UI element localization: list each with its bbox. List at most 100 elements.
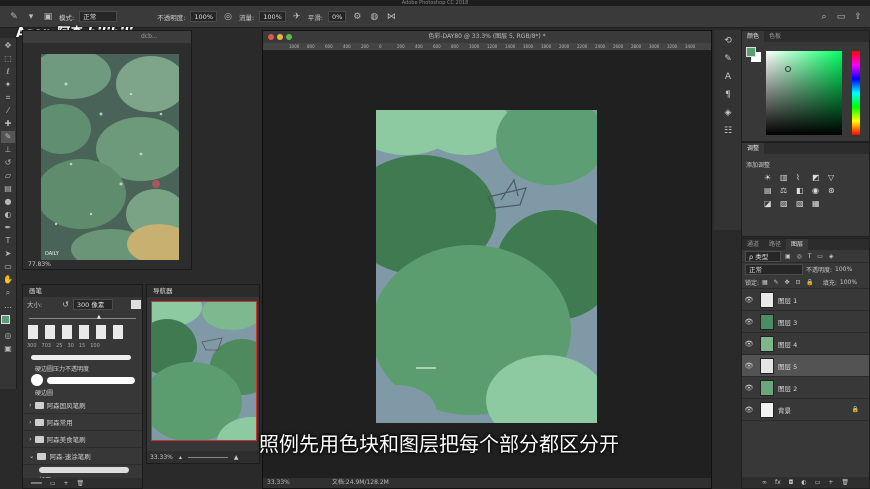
tab-color[interactable]: 颜色: [742, 31, 765, 42]
tab-paths[interactable]: 路径: [764, 239, 786, 250]
lock-icons[interactable]: ▦ ✎ ✥ ⊡ 🔒: [762, 279, 816, 286]
brush-preset-tip[interactable]: [96, 325, 106, 339]
color-swatches[interactable]: [1, 315, 15, 329]
minimize-window-button[interactable]: [277, 34, 283, 40]
reference-title[interactable]: dcb...: [23, 31, 191, 43]
zoom-tool-icon[interactable]: ⌕: [1, 287, 15, 299]
link-layers-icon[interactable]: ∞: [762, 479, 767, 486]
invert-icon[interactable]: ◪: [764, 199, 776, 208]
brush-folder[interactable]: › 阿森常用: [23, 414, 142, 431]
flow-field[interactable]: 100%: [259, 11, 286, 22]
curves-icon[interactable]: ⌇: [796, 173, 808, 182]
lasso-tool-icon[interactable]: ℓ: [1, 66, 15, 78]
brush-preset-picker[interactable]: ▾: [25, 11, 37, 23]
threshold-icon[interactable]: ▧: [796, 199, 808, 208]
slider-thumb[interactable]: ▲: [97, 314, 101, 320]
layer-row-selected[interactable]: 👁 图层 5: [742, 355, 869, 377]
layer-mask-icon[interactable]: ◘: [789, 479, 794, 486]
layer-row[interactable]: 👁 图层 3: [742, 311, 869, 333]
fill-value[interactable]: 100%: [840, 279, 857, 286]
history-brush-icon[interactable]: ↺: [1, 157, 15, 169]
crop-tool-icon[interactable]: ⌗: [1, 92, 15, 104]
healing-tool-icon[interactable]: ✚: [1, 118, 15, 130]
eyedropper-tool-icon[interactable]: ⁄: [1, 105, 15, 117]
brush-folder[interactable]: › 阿森国风笔刷: [23, 397, 142, 414]
gradient-map-icon[interactable]: ▦: [812, 199, 824, 208]
hue-slider[interactable]: [852, 51, 860, 135]
new-layer-icon[interactable]: +: [828, 479, 833, 486]
layer-opacity-value[interactable]: 100%: [835, 266, 852, 273]
tab-adjustments[interactable]: 调整: [742, 143, 765, 154]
adjustment-layer-icon[interactable]: ◐: [801, 479, 806, 486]
screen-mode-icon[interactable]: ▣: [1, 343, 15, 355]
exposure-icon[interactable]: ◩: [812, 173, 824, 182]
3d-panel-icon[interactable]: ◈: [725, 108, 732, 118]
layer-style-icon[interactable]: fx: [775, 479, 781, 486]
foreground-color[interactable]: [1, 315, 10, 324]
properties-panel-icon[interactable]: ☷: [724, 126, 732, 136]
hand-tool-icon[interactable]: ✋: [1, 274, 15, 286]
brush-settings-panel-icon[interactable]: ✎: [724, 54, 732, 64]
brush-folder[interactable]: › 阿森美食笔刷: [23, 431, 142, 448]
document-title-bar[interactable]: 色彩-DAY80 @ 33.3% (图层 5, RGB/8*) *: [263, 31, 711, 43]
vibrance-icon[interactable]: ▽: [828, 173, 840, 182]
brush-settings-icon[interactable]: ▣: [42, 11, 54, 23]
color-balance-icon[interactable]: ⚖: [780, 186, 792, 195]
photo-filter-icon[interactable]: ◉: [812, 186, 824, 195]
workspace-icon[interactable]: ▭: [835, 11, 847, 23]
trash-icon[interactable]: 🗑: [77, 480, 85, 487]
brush-tool-icon[interactable]: ✎: [8, 11, 20, 23]
navigator-zoom[interactable]: 33.33%: [150, 454, 173, 461]
brush-size-slider-small[interactable]: ━━━: [31, 480, 42, 487]
horizontal-ruler[interactable]: 1000 800 600 400 200 0 200 400 600 800 1…: [263, 43, 711, 51]
smooth-field[interactable]: 0%: [328, 11, 347, 22]
brush-menu-icon[interactable]: [130, 299, 141, 309]
hue-sat-icon[interactable]: ▤: [764, 186, 776, 195]
navigator-zoom-slider[interactable]: [187, 456, 228, 458]
layer-row[interactable]: 👁 图层 2: [742, 377, 869, 399]
move-tool-icon[interactable]: ✥: [1, 40, 15, 52]
share-icon[interactable]: ⇪: [852, 11, 864, 23]
quick-select-tool-icon[interactable]: ✦: [1, 79, 15, 91]
history-panel-icon[interactable]: ⟲: [724, 36, 732, 46]
tab-channels[interactable]: 通道: [742, 239, 764, 250]
visibility-eye-icon[interactable]: 👁: [742, 362, 756, 370]
visibility-eye-icon[interactable]: 👁: [742, 340, 756, 348]
document-zoom[interactable]: 33.33%: [267, 478, 290, 488]
blur-tool-icon[interactable]: ●: [1, 196, 15, 208]
mode-select[interactable]: 正常: [79, 11, 118, 22]
brush-tool-icon[interactable]: ✎: [1, 131, 15, 143]
brush-preset-tip[interactable]: [79, 325, 89, 339]
visibility-eye-icon[interactable]: 👁: [742, 296, 756, 304]
opacity-field[interactable]: 100%: [190, 11, 217, 22]
reset-icon[interactable]: ↺: [62, 300, 69, 309]
visibility-eye-icon[interactable]: 👁: [742, 318, 756, 326]
layer-filter-select[interactable]: ρ 类型: [745, 250, 781, 262]
posterize-icon[interactable]: ▨: [780, 199, 792, 208]
marquee-tool-icon[interactable]: ⬚: [1, 53, 15, 65]
color-picker-field[interactable]: [766, 51, 842, 135]
search-icon[interactable]: ⌕: [818, 11, 830, 23]
dodge-tool-icon[interactable]: ◐: [1, 209, 15, 221]
brush-folder-open[interactable]: ⌄ 阿森-速涂笔刷: [23, 448, 142, 465]
layer-row[interactable]: 👁 图层 4: [742, 333, 869, 355]
eraser-tool-icon[interactable]: ▱: [1, 170, 15, 182]
airbrush-icon[interactable]: ✈: [291, 11, 303, 23]
type-tool-icon[interactable]: T: [1, 235, 15, 247]
reference-image-window[interactable]: dcb... DAILY 77.83%: [22, 30, 192, 270]
pressure-size-icon[interactable]: ◍: [368, 11, 380, 23]
zoom-window-button[interactable]: [286, 34, 292, 40]
brush-size-slider[interactable]: ▲: [29, 313, 136, 320]
smooth-settings-gear-icon[interactable]: ⚙: [351, 11, 363, 23]
brush-preset-tip[interactable]: [113, 325, 123, 339]
gradient-tool-icon[interactable]: ▤: [1, 183, 15, 195]
character-panel-icon[interactable]: A: [725, 72, 731, 82]
artboard-canvas[interactable]: [376, 110, 597, 423]
tab-brush[interactable]: 画笔: [23, 285, 142, 297]
blend-mode-select[interactable]: 正常: [745, 264, 803, 275]
brush-size-field[interactable]: 300 像素: [72, 298, 113, 310]
path-select-tool-icon[interactable]: ➤: [1, 248, 15, 260]
quick-mask-icon[interactable]: ◎: [1, 330, 15, 342]
layer-row[interactable]: 👁 图层 1: [742, 289, 869, 311]
brightness-icon[interactable]: ☀: [764, 173, 776, 182]
